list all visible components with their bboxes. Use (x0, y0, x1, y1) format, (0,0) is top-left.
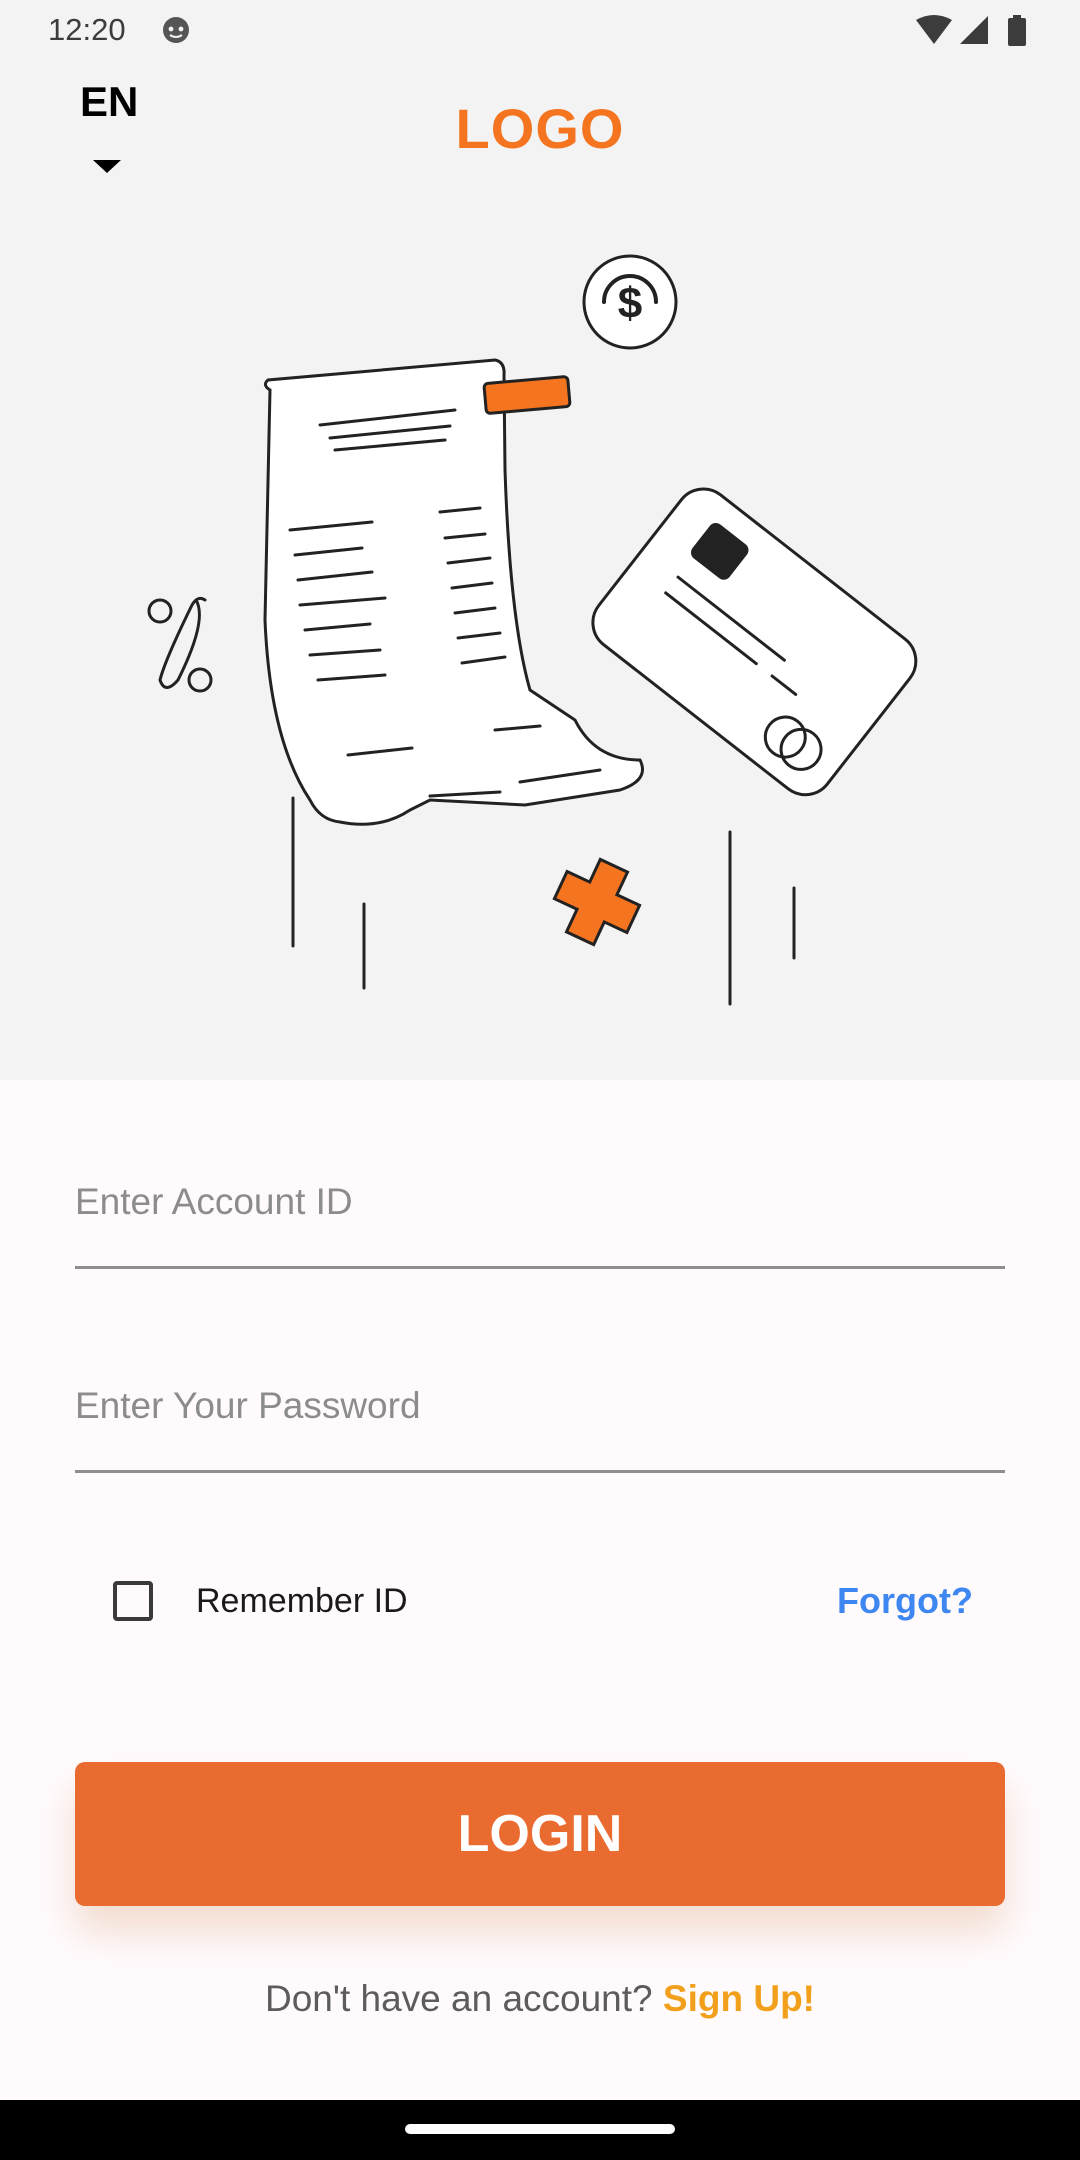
login-button[interactable]: LOGIN (75, 1762, 1005, 1906)
remember-id-label[interactable]: Remember ID (196, 1582, 408, 1621)
logo: LOGO (455, 97, 625, 160)
percent-icon (147, 596, 213, 693)
plus-icon (552, 857, 642, 947)
signup-row: Don't have an account? Sign Up! (0, 1978, 1080, 2020)
cell-signal-icon (960, 16, 988, 44)
account-id-field[interactable] (75, 1157, 1005, 1269)
signup-prompt: Don't have an account? (265, 1978, 663, 2019)
remember-row: Remember ID Forgot? (75, 1570, 1005, 1634)
credit-card-icon (591, 487, 918, 797)
face-icon (163, 17, 189, 43)
hero-section: 12:20 EN LOGO $ (0, 0, 1080, 1080)
forgot-link[interactable]: Forgot? (837, 1580, 973, 1622)
status-bar: 12:20 (0, 0, 1080, 62)
receipt-icon (263, 358, 644, 826)
password-input[interactable] (75, 1361, 1005, 1451)
password-underline (75, 1470, 1005, 1473)
caret-down-icon[interactable] (93, 160, 121, 173)
system-icons (916, 15, 1026, 46)
svg-text:$: $ (618, 279, 642, 328)
account-id-input[interactable] (75, 1157, 1005, 1247)
navigation-bar (0, 2100, 1080, 2160)
payment-illustration: $ (147, 254, 918, 1006)
remember-id-checkbox[interactable] (113, 1581, 153, 1621)
home-handle[interactable] (405, 2124, 675, 2134)
signup-link[interactable]: Sign Up! (663, 1978, 815, 2019)
status-time: 12:20 (48, 12, 126, 47)
battery-icon (1008, 18, 1026, 46)
account-id-underline (75, 1266, 1005, 1269)
password-field[interactable] (75, 1361, 1005, 1473)
wifi-icon (916, 15, 952, 44)
